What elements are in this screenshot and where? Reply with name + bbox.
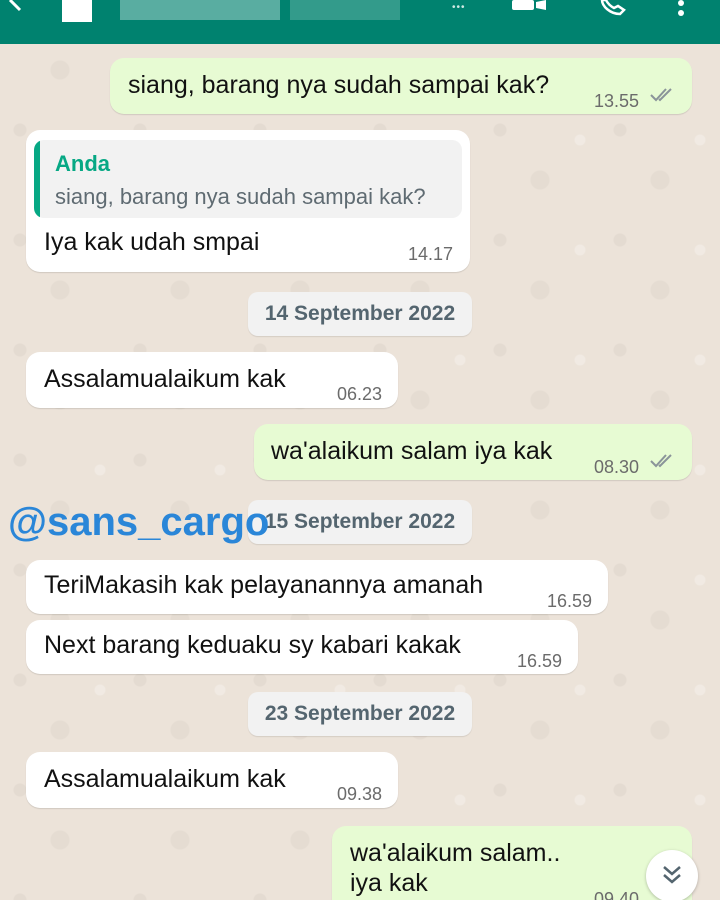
message-text: TeriMakasih kak pelayanannya amanah (44, 571, 484, 599)
message-time: 08.30 (594, 457, 640, 477)
double-chevron-down-icon (663, 866, 681, 884)
incoming-message[interactable]: Assalamualaikum kak 06.23 (26, 352, 398, 408)
watermark-text: @sans_cargo (8, 500, 270, 544)
message-text-line-1: wa'alaikum salam.. (350, 839, 561, 867)
message-time: 09.38 (337, 784, 383, 804)
message-text: Next barang keduaku sy kabari kakak (44, 631, 461, 659)
quote-accent-bar (34, 140, 40, 218)
more-menu-icon[interactable] (676, 0, 686, 18)
message-time: 16.59 (517, 651, 563, 671)
message-text: Assalamualaikum kak (44, 765, 286, 793)
message-time: 13.55 (594, 91, 640, 111)
date-separator: 23 September 2022 (248, 692, 472, 736)
contact-avatar[interactable] (62, 0, 92, 22)
incoming-message[interactable]: TeriMakasih kak pelayanannya amanah 16.5… (26, 560, 608, 614)
message-text: siang, barang nya sudah sampai kak? (128, 71, 550, 99)
incoming-message[interactable]: Assalamualaikum kak 09.38 (26, 752, 398, 808)
message-text-line-2: iya kak (350, 869, 428, 897)
contact-name-obscured[interactable] (120, 0, 280, 20)
message-text: wa'alaikum salam iya kak (271, 437, 553, 465)
date-separator: 14 September 2022 (248, 292, 472, 336)
quoted-message[interactable]: Anda siang, barang nya sudah sampai kak? (34, 140, 462, 218)
message-text: Assalamualaikum kak (44, 365, 286, 393)
message-time: 14.17 (408, 244, 454, 264)
outgoing-message[interactable]: wa'alaikum salam.. iya kak 09.40 (332, 826, 692, 900)
read-receipt-icon (650, 454, 672, 468)
read-receipt-icon (650, 88, 672, 102)
voice-call-icon[interactable] (598, 0, 628, 16)
chat-header: ••• (0, 0, 720, 44)
date-separator: 15 September 2022 (248, 500, 472, 544)
message-time: 09.40 (594, 889, 640, 900)
message-time: 06.23 (337, 384, 383, 404)
outgoing-message[interactable]: siang, barang nya sudah sampai kak? 13.5… (110, 58, 692, 114)
quote-text: siang, barang nya sudah sampai kak? (55, 184, 426, 209)
incoming-message[interactable]: Next barang keduaku sy kabari kakak 16.5… (26, 620, 578, 674)
outgoing-message[interactable]: wa'alaikum salam iya kak 08.30 (254, 424, 692, 480)
message-time: 16.59 (547, 591, 593, 611)
video-call-icon[interactable] (510, 0, 548, 14)
ellipsis-icon: ••• (452, 2, 466, 13)
quote-author: Anda (55, 151, 110, 176)
contact-status-obscured (290, 0, 400, 20)
message-text: Iya kak udah smpai (44, 228, 260, 256)
back-arrow-icon[interactable] (6, 0, 28, 14)
scroll-to-bottom-button[interactable] (646, 850, 698, 900)
